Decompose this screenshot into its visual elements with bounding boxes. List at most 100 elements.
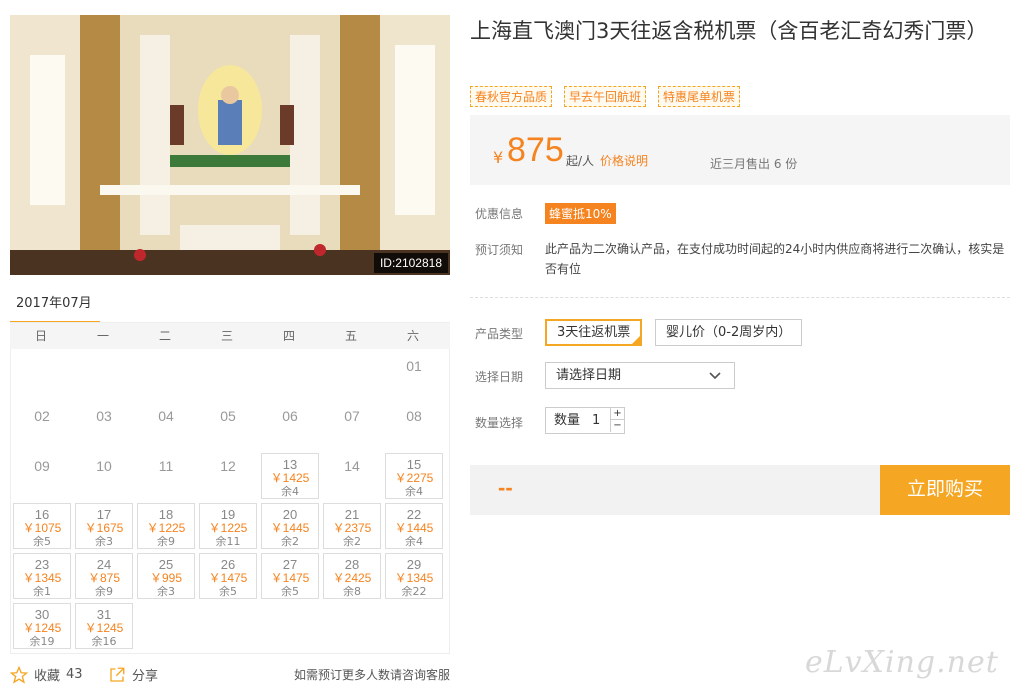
weekday-label: 日 <box>34 329 47 343</box>
qty-label: 数量选择 <box>475 416 524 430</box>
calendar-day: 11 <box>137 453 195 499</box>
calendar-day-stock: 余4 <box>405 535 423 548</box>
calendar-day-stock: 余2 <box>343 535 361 548</box>
calendar-day-number: 02 <box>34 408 50 424</box>
calendar-day[interactable]: 13 ￥1425 余4 <box>261 453 319 499</box>
buy-now-button[interactable]: 立即购买 <box>880 465 1010 515</box>
qty-prefix: 数量 <box>554 413 581 428</box>
calendar-day[interactable]: 29 ￥1345 余22 <box>385 553 443 599</box>
watermark: eLvXing.net <box>805 645 999 680</box>
calendar-day-number: 26 <box>220 557 236 572</box>
calendar-day[interactable]: 19 ￥1225 余11 <box>199 503 257 549</box>
weekday-label: 一 <box>96 329 109 343</box>
calendar-day-stock: 余8 <box>343 585 361 598</box>
calendar-day: 06 <box>261 403 319 449</box>
calendar-day: 07 <box>323 403 381 449</box>
calendar-day: 05 <box>199 403 257 449</box>
qty-value[interactable]: 1 <box>592 408 600 433</box>
calendar-day-number: 31 <box>96 607 112 622</box>
section-divider <box>470 297 1010 298</box>
calendar-day[interactable]: 25 ￥995 余3 <box>137 553 195 599</box>
product-tags: 春秋官方品质 早去午回航班 特惠尾单机票 <box>470 86 741 107</box>
calendar-day-number: 22 <box>406 507 422 522</box>
type-option-roundtrip[interactable]: 3天往返机票 ✓ <box>545 319 643 346</box>
weekday-label: 二 <box>158 329 171 343</box>
star-icon <box>10 665 28 684</box>
calendar-day-number: 05 <box>220 408 236 424</box>
calendar-day-number: 08 <box>406 408 422 424</box>
qty-decrement-button[interactable]: − <box>610 420 624 432</box>
calendar-day[interactable]: 31 ￥1245 余16 <box>75 603 133 649</box>
calendar-day-number: 23 <box>34 557 50 572</box>
calendar-month-tab[interactable]: 2017年07月 <box>10 292 100 324</box>
bottom-actions: 收藏 43 分享 如需预订更多人数请咨询客服 <box>10 662 450 686</box>
price-panel: ¥ 875 起/人 价格说明 近三月售出 6 份 <box>470 115 1010 185</box>
calendar-day[interactable]: 22 ￥1445 余4 <box>385 503 443 549</box>
calendar-day[interactable]: 15 ￥2275 余4 <box>385 453 443 499</box>
calendar-day-price: ￥2375 <box>332 521 372 535</box>
calendar-day[interactable]: 30 ￥1245 余19 <box>13 603 71 649</box>
calendar-day[interactable]: 27 ￥1475 余5 <box>261 553 319 599</box>
consult-hint: 如需预订更多人数请咨询客服 <box>293 668 450 682</box>
church-altar-illustration <box>10 15 450 275</box>
calendar-day[interactable]: 16 ￥1075 余5 <box>13 503 71 549</box>
share-button[interactable]: 分享 <box>108 665 158 684</box>
calendar-weekday-header: 日 一 二 三 四 五 六 <box>10 323 450 349</box>
calendar-day-number: 29 <box>406 557 422 572</box>
calendar-day-number: 12 <box>220 458 236 474</box>
calendar-day-number: 14 <box>344 458 360 474</box>
calendar-day-price: ￥2425 <box>332 571 372 585</box>
calendar-day-stock: 余5 <box>33 535 51 548</box>
calendar-day-price: ￥1475 <box>270 571 310 585</box>
calendar-day-number: 21 <box>344 507 360 522</box>
product-title: 上海直飞澳门3天往返含税机票（含百老汇奇幻秀门票） <box>470 19 988 43</box>
type-option-infant[interactable]: 婴儿价（0-2周岁内） <box>655 319 803 346</box>
photo-id-label: ID:2102818 <box>373 253 448 273</box>
calendar-day: 14 <box>323 453 381 499</box>
price-explain-link[interactable]: 价格说明 <box>600 152 648 169</box>
calendar-day[interactable]: 20 ￥1445 余2 <box>261 503 319 549</box>
calendar-day-stock: 余5 <box>219 585 237 598</box>
calendar-day[interactable]: 28 ￥2425 余8 <box>323 553 381 599</box>
calendar-day[interactable]: 17 ￥1675 余3 <box>75 503 133 549</box>
calendar-day-price: ￥1475 <box>208 571 248 585</box>
product-tag: 春秋官方品质 <box>470 86 553 107</box>
calendar-day-stock: 余19 <box>29 635 55 648</box>
calendar-day-number: 15 <box>406 457 422 472</box>
calendar-day: 03 <box>75 403 133 449</box>
promo-badge: 蜂蜜抵10% <box>545 203 616 224</box>
check-icon: ✓ <box>633 331 641 340</box>
weekday-label: 三 <box>220 329 233 343</box>
calendar-day-number: 16 <box>34 507 50 522</box>
calendar-day-stock: 余3 <box>95 535 113 548</box>
calendar-day-number: 19 <box>220 507 236 522</box>
calendar-day: 04 <box>137 403 195 449</box>
calendar-day-price: ￥1345 <box>22 571 62 585</box>
calendar-day-stock: 余9 <box>157 535 175 548</box>
calendar-day[interactable]: 21 ￥2375 余2 <box>323 503 381 549</box>
calendar-day-number: 13 <box>282 457 298 472</box>
favorite-button[interactable]: 收藏 43 <box>10 665 83 684</box>
calendar-grid: 01 02 03 04 05 06 07 08 09 10 11 12 13 ￥1425 余4 14 15 ￥22… <box>10 349 450 654</box>
calendar-day-stock: 余16 <box>91 635 117 648</box>
calendar-day-number: 04 <box>158 408 174 424</box>
calendar-day[interactable]: 23 ￥1345 余1 <box>13 553 71 599</box>
calendar-day[interactable]: 26 ￥1475 余5 <box>199 553 257 599</box>
date-select[interactable]: 请选择日期 <box>545 362 735 389</box>
calendar-day-price: ￥1445 <box>394 521 434 535</box>
qty-increment-button[interactable]: + <box>610 408 624 420</box>
type-label: 产品类型 <box>475 327 524 341</box>
weekday-label: 四 <box>282 329 295 343</box>
calendar-day-number: 11 <box>158 458 174 474</box>
calendar-day-stock: 余22 <box>401 585 427 598</box>
calendar-day-number: 24 <box>96 557 112 572</box>
calendar-day-stock: 余4 <box>281 485 299 498</box>
calendar-day-stock: 余11 <box>215 535 241 548</box>
price-value: 875 <box>507 131 564 169</box>
product-tag: 早去午回航班 <box>564 86 647 107</box>
calendar-day: 09 <box>13 453 71 499</box>
calendar-day-number: 30 <box>34 607 50 622</box>
calendar-day-number: 07 <box>344 408 360 424</box>
calendar-day[interactable]: 18 ￥1225 余9 <box>137 503 195 549</box>
calendar-day[interactable]: 24 ￥875 余9 <box>75 553 133 599</box>
